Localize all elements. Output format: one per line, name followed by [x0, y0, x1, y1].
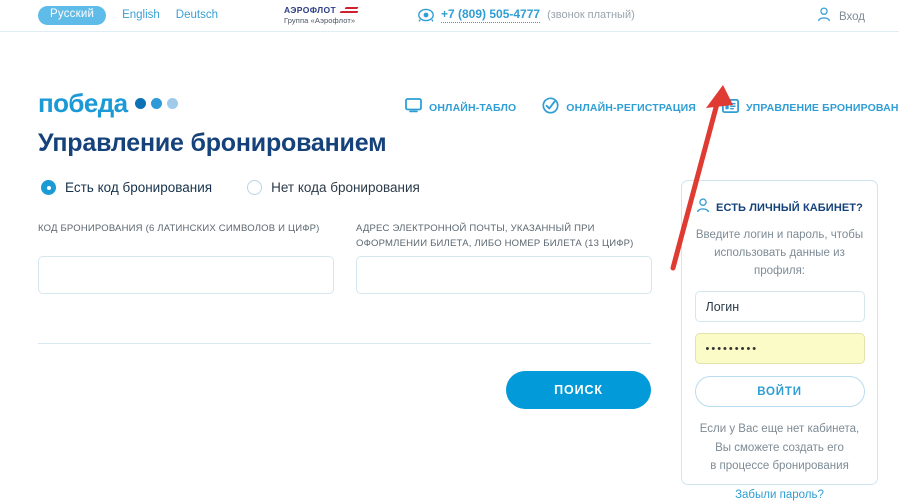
user-icon	[817, 7, 831, 27]
aeroflot-wing-icon	[338, 6, 360, 14]
personal-account-panel: ЕСТЬ ЛИЧНЫЙ КАБИНЕТ? Введите логин и пар…	[681, 180, 878, 501]
booking-code-radio-group: Есть код бронирования Нет кода бронирова…	[41, 180, 420, 195]
language-option-ru[interactable]: Русский	[38, 6, 107, 25]
booking-form-fields: КОД БРОНИРОВАНИЯ (6 ЛАТИНСКИХ СИМВОЛОВ И…	[38, 222, 652, 294]
panel-note-line-1: Если у Вас еще нет кабинета,	[699, 423, 860, 436]
language-option-de[interactable]: Deutsch	[176, 9, 218, 22]
panel-note: Если у Вас еще нет кабинета, Вы сможете …	[690, 420, 870, 475]
phone-number-link[interactable]: +7 (809) 505-4777	[441, 7, 541, 23]
logo-wordmark: победа	[38, 88, 128, 118]
pobeda-logo[interactable]: победа	[38, 88, 179, 118]
check-circle-icon	[542, 97, 559, 119]
language-switcher[interactable]: Русский English Deutsch	[38, 6, 218, 25]
radio-label-no-code: Нет кода бронирования	[271, 180, 420, 195]
nav-item-online-tablo[interactable]: ОНЛАЙН-ТАБЛО	[405, 98, 516, 118]
input-email-or-ticket[interactable]	[356, 256, 652, 294]
label-email-or-ticket: АДРЕС ЭЛЕКТРОННОЙ ПОЧТЫ, УКАЗАННЫЙ ПРИ О…	[356, 223, 634, 249]
nav-label-online-tablo: ОНЛАЙН-ТАБЛО	[429, 102, 517, 114]
login-submit-button[interactable]: ВОЙТИ	[694, 376, 865, 408]
phone-icon	[418, 8, 434, 22]
panel-title-row: ЕСТЬ ЛИЧНЫЙ КАБИНЕТ?	[682, 198, 877, 218]
password-input[interactable]	[694, 333, 865, 365]
site-header: победа ОНЛАЙН-ТАБЛО ОНЛАЙН-РЕГИСТРАЦИЯ У…	[0, 33, 899, 116]
panel-note-line-3: в процессе бронирования	[710, 460, 849, 473]
phone-note: (звонок платный)	[547, 9, 635, 21]
top-account-label: Вход	[838, 11, 865, 23]
phone-block: +7 (809) 505-4777 (звонок платный)	[418, 7, 635, 23]
radio-no-booking-code[interactable]: Нет кода бронирования	[247, 180, 420, 195]
page-root: Русский English Deutsch АЭРОФЛОТ Группа …	[0, 0, 899, 503]
nav-label-online-registration: ОНЛАЙН-РЕГИСТРАЦИЯ	[566, 102, 696, 114]
user-account-icon	[696, 198, 710, 218]
aeroflot-group-logo[interactable]: АЭРОФЛОТ Группа «Аэрофлот»	[284, 5, 388, 25]
form-divider	[38, 343, 651, 344]
forgot-password-link[interactable]: Забыли пароль?	[682, 489, 877, 501]
ticket-card-icon	[721, 98, 739, 118]
language-option-en[interactable]: English	[122, 9, 160, 22]
top-account-link[interactable]: Вход	[817, 7, 865, 27]
search-button[interactable]: ПОИСК	[506, 371, 651, 409]
radio-has-booking-code[interactable]: Есть код бронирования	[41, 180, 212, 195]
nav-item-manage-booking[interactable]: УПРАВЛЕНИЕ БРОНИРОВАНИЕМ	[721, 98, 899, 118]
pobeda-logo-dots-icon	[135, 97, 179, 109]
aeroflot-wordmark: АЭРОФЛОТ	[284, 5, 337, 15]
panel-note-line-2: Вы сможете создать его	[715, 441, 844, 454]
nav-label-manage-booking: УПРАВЛЕНИЕ БРОНИРОВАНИЕМ	[746, 102, 899, 114]
field-email-or-ticket: АДРЕС ЭЛЕКТРОННОЙ ПОЧТЫ, УКАЗАННЫЙ ПРИ О…	[356, 222, 652, 294]
top-bar: Русский English Deutsch АЭРОФЛОТ Группа …	[0, 0, 899, 32]
radio-dot-unselected	[247, 180, 263, 195]
field-booking-code: КОД БРОНИРОВАНИЯ (6 ЛАТИНСКИХ СИМВОЛОВ И…	[38, 222, 334, 294]
nav-item-online-registration[interactable]: ОНЛАЙН-РЕГИСТРАЦИЯ	[542, 97, 696, 119]
panel-subtitle: Введите логин и пароль, чтобы использова…	[695, 229, 864, 277]
aeroflot-subtitle: Группа «Аэрофлот»	[284, 16, 356, 25]
login-input[interactable]	[694, 291, 865, 323]
panel-title: ЕСТЬ ЛИЧНЫЙ КАБИНЕТ?	[716, 202, 863, 214]
input-booking-code[interactable]	[38, 256, 334, 294]
monitor-icon	[405, 98, 422, 118]
radio-label-has-code: Есть код бронирования	[65, 180, 213, 195]
radio-dot-selected	[41, 180, 56, 195]
label-booking-code: КОД БРОНИРОВАНИЯ (6 ЛАТИНСКИХ СИМВОЛОВ И…	[38, 223, 320, 234]
page-title: Управление бронированием	[38, 129, 387, 157]
main-nav: ОНЛАЙН-ТАБЛО ОНЛАЙН-РЕГИСТРАЦИЯ УПРАВЛЕН…	[405, 97, 899, 119]
